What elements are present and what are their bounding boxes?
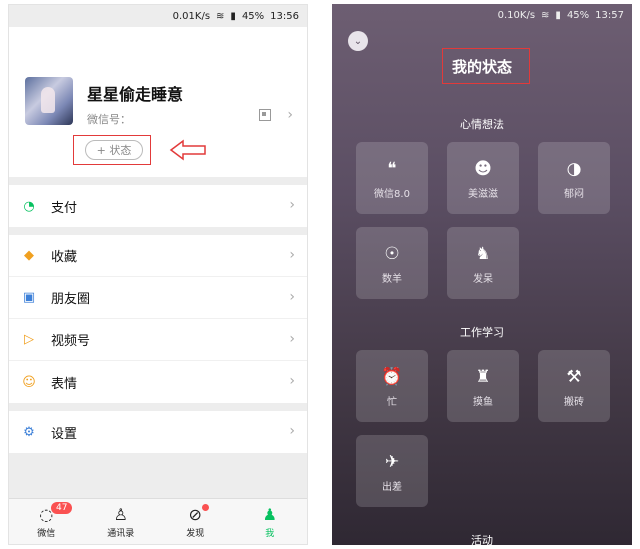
chevron-right-icon: › xyxy=(287,107,293,123)
stickers-icon: ☺ xyxy=(22,374,36,390)
busy-alarm-icon: ⏰ xyxy=(381,366,403,387)
chevron-right-icon: › xyxy=(289,197,295,213)
tab-label: 微信 xyxy=(37,528,56,539)
daydream-icon: ♞ xyxy=(475,243,491,264)
arrow-pointer-icon xyxy=(169,139,206,161)
unread-badge: 47 xyxy=(51,502,73,514)
menu-item-label: 表情 xyxy=(51,376,78,392)
new-dot-indicator xyxy=(202,504,209,511)
section-title: 工作学习 xyxy=(460,326,504,339)
menu-item-label: 支付 xyxy=(51,200,78,216)
my-status-screen: 0.10K/s ≋ ▮ 45% 13:57 ⌄ 我的状态 心情想法 ❝ 微信8.0 ☻… xyxy=(332,4,632,545)
status-option-label: 发呆 xyxy=(473,273,493,285)
status-bar: 0.10K/s ≋ ▮ 45% 13:57 xyxy=(332,4,632,26)
status-option-wechat-chat[interactable]: ❝ 微信8.0 xyxy=(356,142,428,214)
chevron-right-icon: › xyxy=(289,423,295,439)
status-option-label: 搬砖 xyxy=(564,396,584,408)
status-option-airplane[interactable]: ✈ 出差 xyxy=(356,435,428,507)
status-option-busy-alarm[interactable]: ⏰ 忙 xyxy=(356,350,428,422)
tab-chat[interactable]: ◌ 微信 47 xyxy=(9,499,84,544)
nickname: 星星偷走睡意 xyxy=(87,85,184,104)
status-option-label: 摸鱼 xyxy=(473,396,493,408)
clock: 13:56 xyxy=(270,10,299,22)
wifi-icon: ≋ xyxy=(541,9,550,21)
menu-item-moments[interactable]: ▣ 朋友圈 › xyxy=(9,277,307,319)
status-option-sheep-face[interactable]: ☉ 数羊 xyxy=(356,227,428,299)
menu-list: ◔ 支付 › ◆ 收藏 › ▣ 朋友圈 › ▷ 视频号 › ☺ 表情 › ⚙ 设置 › xyxy=(9,185,307,453)
status-option-label: 微信8.0 xyxy=(374,188,410,200)
menu-group: ◔ 支付 › xyxy=(9,185,307,227)
brick-work-icon: ⚒ xyxy=(566,366,582,387)
settings-icon: ⚙ xyxy=(23,424,35,440)
status-option-smile-face[interactable]: ☻ 美滋滋 xyxy=(447,142,519,214)
channels-icon: ▷ xyxy=(24,332,34,347)
tab-label: 发现 xyxy=(186,528,205,539)
wechat-id-label: 微信号： xyxy=(87,113,131,126)
signal-icon: ▮ xyxy=(230,10,236,22)
menu-item-label: 设置 xyxy=(51,426,78,442)
battery-level: 45% xyxy=(566,9,590,21)
clock: 13:57 xyxy=(595,9,624,21)
profile-card[interactable]: 星星偷走睡意 微信号： › xyxy=(9,27,307,177)
menu-item-payment[interactable]: ◔ 支付 › xyxy=(9,185,307,227)
status-option-brick-work[interactable]: ⚒ 搬砖 xyxy=(538,350,610,422)
status-option-slacking-desk[interactable]: ♜ 摸鱼 xyxy=(447,350,519,422)
menu-item-label: 朋友圈 xyxy=(51,292,91,307)
status-option-label: 数羊 xyxy=(382,273,402,285)
menu-group: ⚙ 设置 › xyxy=(9,411,307,453)
moments-icon: ▣ xyxy=(22,290,36,305)
menu-item-label: 收藏 xyxy=(51,250,78,265)
wifi-icon: ≋ xyxy=(216,10,225,22)
payment-icon: ◔ xyxy=(23,198,35,214)
qr-code-icon[interactable] xyxy=(259,109,271,121)
menu-item-label: 视频号 xyxy=(51,334,91,349)
smile-face-icon: ☻ xyxy=(474,158,492,179)
status-option-label: 出差 xyxy=(382,481,402,493)
status-option-label: 郁闷 xyxy=(564,188,584,200)
chevron-right-icon: › xyxy=(289,331,295,347)
status-option-daydream[interactable]: ♞ 发呆 xyxy=(447,227,519,299)
menu-item-stickers[interactable]: ☺ 表情 › xyxy=(9,361,307,403)
add-status-button[interactable]: + 状态 xyxy=(85,140,143,160)
status-option-label: 忙 xyxy=(387,396,397,408)
wechat-chat-icon: ❝ xyxy=(387,158,397,179)
tab-bar: ◌ 微信 47 ♙ 通讯录 ⊘ 发现 ♟ 我 xyxy=(9,498,307,544)
tab-label: 通讯录 xyxy=(107,528,135,539)
tab-discover[interactable]: ⊘ 发现 xyxy=(158,499,233,544)
section-title: 活动 xyxy=(471,534,493,545)
section-title: 心情想法 xyxy=(460,118,504,131)
chevron-right-icon: › xyxy=(289,247,295,263)
network-speed: 0.01K/s xyxy=(172,10,211,22)
sheep-face-icon: ☉ xyxy=(384,243,400,264)
menu-item-settings[interactable]: ⚙ 设置 › xyxy=(9,411,307,453)
wechat-me-screen: 0.01K/s ≋ ▮ 45% 13:56 星星偷走睡意 微信号： › + 状态… xyxy=(8,4,308,545)
chevron-right-icon: › xyxy=(289,289,295,305)
menu-item-favorites[interactable]: ◆ 收藏 › xyxy=(9,235,307,277)
me-icon: ♟ xyxy=(262,504,277,524)
signal-icon: ▮ xyxy=(555,9,561,21)
page-title: 我的状态 xyxy=(451,58,512,76)
tab-me[interactable]: ♟ 我 xyxy=(233,499,308,544)
battery-level: 45% xyxy=(241,10,265,22)
status-bar: 0.01K/s ≋ ▮ 45% 13:56 xyxy=(9,5,307,27)
contacts-icon: ♙ xyxy=(113,504,128,524)
favorites-icon: ◆ xyxy=(24,248,34,263)
tab-label: 我 xyxy=(265,528,275,539)
network-speed: 0.10K/s xyxy=(497,9,536,21)
tab-contacts[interactable]: ♙ 通讯录 xyxy=(84,499,159,544)
menu-item-channels[interactable]: ▷ 视频号 › xyxy=(9,319,307,361)
menu-group: ◆ 收藏 › ▣ 朋友圈 › ▷ 视频号 › ☺ 表情 › xyxy=(9,235,307,403)
slacking-desk-icon: ♜ xyxy=(475,366,491,387)
avatar[interactable] xyxy=(25,77,73,125)
chevron-down-icon[interactable]: ⌄ xyxy=(348,31,368,51)
chevron-right-icon: › xyxy=(289,373,295,389)
status-option-label: 美滋滋 xyxy=(468,188,498,200)
gloomy-face-icon: ◑ xyxy=(566,158,582,179)
airplane-icon: ✈ xyxy=(384,451,400,472)
discover-icon: ⊘ xyxy=(188,504,202,524)
status-option-gloomy-face[interactable]: ◑ 郁闷 xyxy=(538,142,610,214)
